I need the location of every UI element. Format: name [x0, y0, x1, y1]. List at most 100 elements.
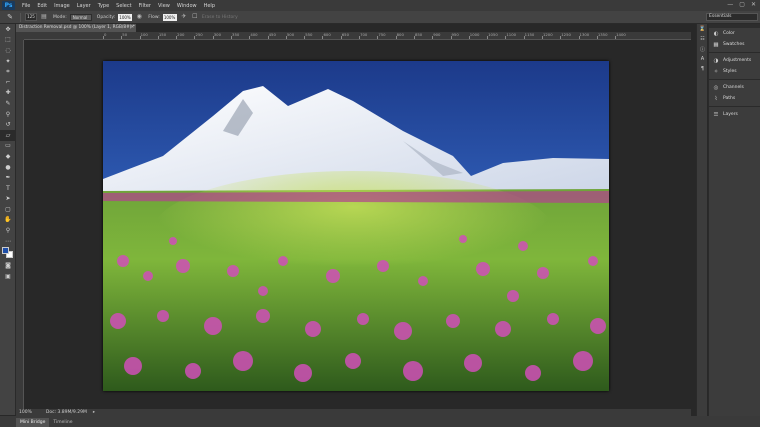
zoom-tool-icon[interactable]: ⚲ [0, 225, 16, 236]
ruler-tick [194, 36, 196, 39]
divider [709, 50, 760, 53]
airbrush-icon[interactable]: ✈ [180, 13, 188, 21]
ruler-tick [578, 36, 580, 39]
foreground-color-swatch[interactable] [2, 247, 9, 255]
ruler-tick-label: 1150 [524, 32, 535, 37]
ruler-tick [505, 36, 507, 39]
channels-panel-icon: ◎ [713, 84, 719, 91]
brush-tool-preset-icon[interactable]: ✎ [4, 13, 16, 22]
blur-tool-icon[interactable]: ◆ [0, 151, 16, 162]
ruler-tick-label: 300 [213, 32, 221, 37]
gradient-tool-icon[interactable]: ▭ [0, 141, 16, 152]
mode-select[interactable]: Normal [69, 13, 92, 21]
divider [709, 104, 760, 107]
panel-channels[interactable]: ◎ Channels [709, 82, 760, 93]
menu-select[interactable]: Select [116, 3, 131, 9]
brush-tool-icon[interactable]: ✎ [0, 98, 16, 109]
move-tool-icon[interactable]: ✥ [0, 24, 16, 35]
ruler-tick [413, 36, 415, 39]
ruler-tick [523, 36, 525, 39]
clone-stamp-tool-icon[interactable]: ⚲ [0, 109, 16, 120]
ruler-tick [157, 36, 159, 39]
close-button[interactable]: ✕ [751, 1, 756, 8]
menu-filter[interactable]: Filter [139, 3, 151, 9]
panel-icon-strip: ⌛ ☷ ⓘ A ¶ [696, 24, 707, 416]
ruler-tick-label: 400 [250, 32, 258, 37]
ruler-tick-label: 700 [360, 32, 368, 37]
document-info[interactable]: Doc: 3.89M/9.29M [46, 410, 87, 415]
hand-tool-icon[interactable]: ✋ [0, 215, 16, 226]
more-tools-icon[interactable]: ⋯ [0, 236, 16, 247]
menu-file[interactable]: File [22, 3, 30, 9]
paragraph-panel-icon[interactable]: ¶ [697, 64, 708, 74]
canvas-area[interactable] [24, 40, 691, 409]
ruler-tick-label: 500 [286, 32, 295, 37]
maximize-button[interactable]: ▢ [739, 1, 745, 8]
eraser-tool-icon[interactable]: ▱ [0, 129, 16, 141]
layers-panel-icon: ☰ [713, 111, 719, 118]
menu-image[interactable]: Image [54, 3, 70, 9]
artwork-image[interactable] [103, 61, 609, 391]
panel-paths[interactable]: ⌇ Paths [709, 93, 760, 104]
crop-tool-icon[interactable]: ⌗ [0, 66, 16, 77]
ruler-corner [16, 32, 24, 40]
quick-select-tool-icon[interactable]: ✦ [0, 56, 16, 67]
path-selection-tool-icon[interactable]: ➤ [0, 194, 16, 205]
character-panel-icon[interactable]: A [697, 54, 708, 64]
color-swatches[interactable] [0, 246, 16, 260]
menu-edit[interactable]: Edit [37, 3, 47, 9]
healing-brush-tool-icon[interactable]: ✚ [0, 88, 16, 99]
panel-label: Color [723, 31, 735, 36]
properties-panel-icon[interactable]: ☷ [697, 34, 708, 44]
panel-swatches[interactable]: ▦ Swatches [709, 39, 760, 50]
menu-type[interactable]: Type [98, 3, 109, 9]
brush-panel-icon[interactable]: ▤ [40, 13, 48, 21]
history-brush-tool-icon[interactable]: ↺ [0, 119, 16, 130]
menu-view[interactable]: View [158, 3, 170, 9]
opacity-field[interactable]: 100% [118, 13, 133, 21]
panel-styles[interactable]: ✧ Styles [709, 66, 760, 77]
ruler-tick [176, 36, 178, 39]
dodge-tool-icon[interactable]: ● [0, 162, 16, 173]
pen-tool-icon[interactable]: ✒ [0, 172, 16, 183]
ruler-tick-label: 100 [140, 32, 148, 37]
marquee-tool-icon[interactable]: ⬚ [0, 35, 16, 46]
status-menu-arrow-icon[interactable]: ▸ [93, 410, 95, 415]
ruler-tick [139, 36, 141, 39]
pressure-opacity-icon[interactable]: ◉ [135, 13, 143, 21]
ruler-tick [468, 36, 470, 39]
ruler-tick-label: 1400 [616, 32, 626, 37]
quick-mask-icon[interactable]: ◙ [0, 260, 16, 271]
panel-label: Adjustments [723, 58, 752, 63]
menu-window[interactable]: Window [177, 3, 197, 9]
workspace-select[interactable]: Essentials [706, 13, 758, 21]
panel-adjustments[interactable]: ◑ Adjustments [709, 55, 760, 66]
minimize-button[interactable]: — [727, 1, 733, 8]
document-tab[interactable]: Distraction Removal.psd @ 100% (Layer 1,… [16, 24, 136, 32]
shape-tool-icon[interactable]: ▢ [0, 204, 16, 215]
panel-layers[interactable]: ☰ Layers [709, 109, 760, 120]
panel-color[interactable]: ◐ Color [709, 28, 760, 39]
screen-mode-icon[interactable]: ▣ [0, 271, 16, 282]
info-panel-icon[interactable]: ⓘ [697, 44, 708, 54]
lasso-tool-icon[interactable]: ◌ [0, 45, 16, 56]
docked-panels: ◐ Color ▦ Swatches ◑ Adjustments ✧ Style… [708, 24, 760, 416]
erase-history-checkbox[interactable]: ☐ [191, 13, 199, 21]
zoom-level[interactable]: 100% [19, 410, 32, 415]
menu-help[interactable]: Help [204, 3, 215, 9]
divider [20, 12, 21, 22]
menu-layer[interactable]: Layer [77, 3, 91, 9]
mode-label: Mode: [53, 14, 67, 20]
ruler-tick [432, 36, 434, 39]
tools-panel: ✥ ⬚ ◌ ✦ ⌗ ⌐ ✚ ✎ ⚲ ↺ ▱ ▭ ◆ ● ✒ T ➤ ▢ ✋ ⚲ … [0, 24, 16, 415]
brush-size-picker[interactable]: 125 [25, 13, 37, 21]
tab-timeline[interactable]: Timeline [49, 418, 76, 427]
flow-field[interactable]: 100% [162, 13, 177, 21]
type-tool-icon[interactable]: T [0, 183, 16, 194]
eyedropper-tool-icon[interactable]: ⌐ [0, 77, 16, 88]
close-document-icon[interactable]: ✕ [130, 24, 134, 32]
status-bar: 100% Doc: 3.89M/9.29M ▸ [16, 409, 691, 416]
ruler-tick-label: 1300 [579, 32, 590, 37]
history-panel-icon[interactable]: ⌛ [697, 24, 708, 34]
tab-mini-bridge[interactable]: Mini Bridge [16, 418, 50, 427]
